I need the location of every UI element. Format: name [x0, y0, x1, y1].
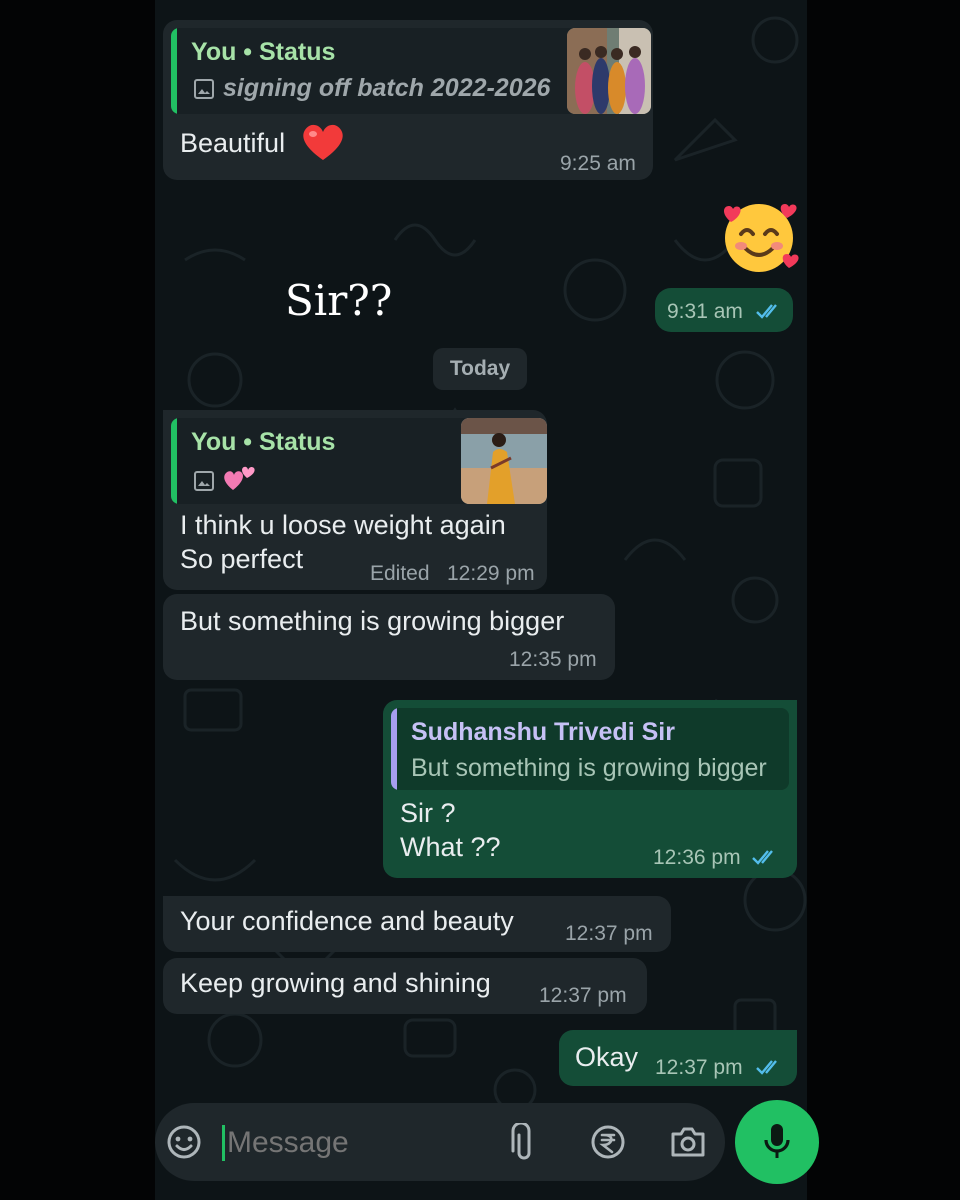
message-bubble-5[interactable]: Sudhanshu Trivedi Sir But something is g… — [383, 700, 797, 878]
message-input[interactable] — [225, 1119, 499, 1167]
message-bubble-3[interactable]: You • Status I think u loose weight agai… — [163, 410, 547, 590]
message-text: Beautiful — [180, 128, 286, 158]
message-composer — [155, 1103, 725, 1181]
message-time: 12:29 pm — [447, 562, 535, 585]
quote-bar — [171, 418, 177, 504]
message-bubble-8[interactable]: Okay 12:37 pm — [559, 1030, 797, 1086]
overlay-caption: Sir?? — [285, 276, 393, 325]
red-heart-icon — [303, 124, 343, 160]
quote-bar — [171, 28, 177, 114]
quote-author: You • Status — [191, 428, 336, 456]
message-time: 9:25 am — [560, 152, 636, 175]
message-text: Your confidence and beauty — [180, 906, 514, 936]
reply-quote[interactable]: Sudhanshu Trivedi Sir But something is g… — [391, 708, 789, 790]
chat-area[interactable]: You • Status signing off batch 2022-2026… — [155, 0, 807, 1200]
smiling-face-with-hearts-icon — [724, 204, 799, 272]
quote-bar — [391, 708, 397, 790]
message-bubble-2[interactable]: 9:31 am — [655, 288, 793, 332]
message-bubble-6[interactable]: Your confidence and beauty 12:37 pm — [163, 896, 671, 952]
mic-icon — [764, 1124, 790, 1158]
read-ticks-icon — [752, 850, 773, 865]
quote-author: Sudhanshu Trivedi Sir — [411, 718, 675, 746]
rupee-icon[interactable] — [589, 1123, 627, 1161]
message-bubble-1[interactable]: You • Status signing off batch 2022-2026… — [163, 20, 653, 180]
attach-icon[interactable] — [511, 1123, 537, 1163]
read-ticks-icon — [756, 1060, 777, 1075]
message-time: 12:37 pm — [565, 922, 653, 945]
image-icon — [194, 471, 214, 491]
message-time: 12:35 pm — [509, 648, 597, 671]
message-time: 12:37 pm — [655, 1056, 743, 1079]
camera-icon[interactable] — [669, 1125, 707, 1159]
mic-button[interactable] — [735, 1100, 819, 1184]
quote-caption: signing off batch 2022-2026 — [223, 74, 551, 102]
message-time: 12:37 pm — [539, 984, 627, 1007]
two-hearts-icon — [224, 466, 255, 490]
message-edited-label: Edited — [370, 562, 430, 585]
sticker-icon[interactable] — [165, 1123, 203, 1161]
message-time: 9:31 am — [667, 300, 743, 323]
status-reply-quote[interactable]: You • Status — [171, 418, 547, 504]
quote-caption: But something is growing bigger — [411, 754, 767, 782]
status-thumbnail[interactable] — [461, 418, 547, 504]
message-text: But something is growing bigger — [180, 606, 565, 636]
message-bubble-7[interactable]: Keep growing and shining 12:37 pm — [163, 958, 647, 1014]
message-bubble-4[interactable]: But something is growing bigger 12:35 pm — [163, 594, 615, 680]
status-thumbnail[interactable] — [567, 28, 651, 114]
quote-author: You • Status — [191, 38, 336, 66]
message-text: Okay — [575, 1042, 639, 1072]
message-text: Keep growing and shining — [180, 968, 491, 998]
message-text: Sir ? What ?? — [400, 798, 501, 862]
image-icon — [194, 79, 214, 99]
status-reply-quote[interactable]: You • Status signing off batch 2022-2026 — [171, 28, 651, 114]
message-time: 12:36 pm — [653, 846, 741, 869]
date-separator: Today — [433, 348, 527, 390]
read-ticks-icon — [756, 304, 777, 319]
